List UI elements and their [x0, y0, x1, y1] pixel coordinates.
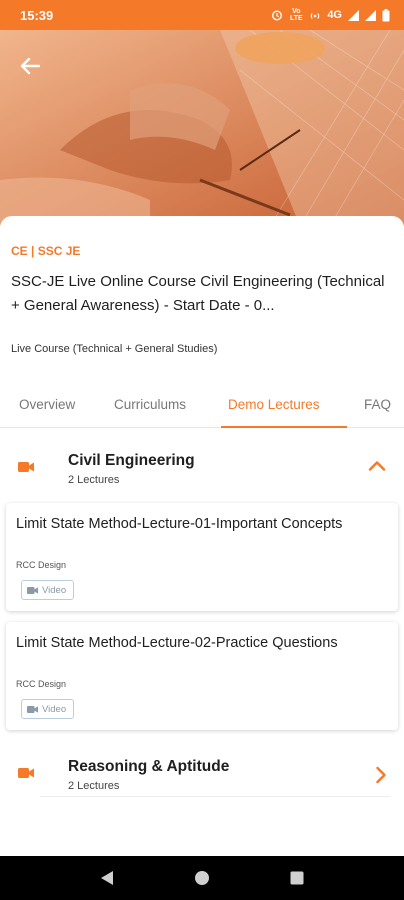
lecture-card[interactable]: Limit State Method-Lecture-02-Practice Q…: [6, 622, 398, 730]
system-nav-bar: [0, 856, 404, 900]
video-camera-icon: [18, 462, 34, 472]
tab-demo-lectures[interactable]: Demo Lectures: [228, 386, 320, 428]
lecture-card[interactable]: Limit State Method-Lecture-01-Important …: [6, 503, 398, 611]
course-tabs: Overview Curriculums Demo Lectures FAQ: [0, 386, 404, 428]
lecture-subject: RCC Design: [16, 560, 67, 570]
signal-icon: [348, 9, 359, 21]
chevron-up-icon: [368, 461, 386, 471]
back-button[interactable]: [14, 50, 46, 82]
video-tag-label: Video: [42, 584, 67, 596]
course-banner: [0, 30, 404, 226]
network-4g-icon: 4G: [327, 9, 342, 21]
section-lecture-count: 2 Lectures: [68, 780, 120, 792]
nav-home-button[interactable]: [182, 858, 222, 898]
status-time: 15:39: [20, 7, 54, 23]
video-camera-icon: [27, 705, 38, 713]
back-triangle-icon: [101, 871, 114, 885]
nav-back-button[interactable]: [87, 858, 127, 898]
active-tab-indicator: [221, 426, 347, 428]
divider: [40, 796, 390, 797]
status-bar: 15:39 Vo LTE 4G: [0, 0, 404, 30]
course-category: CE | SSC JE: [11, 244, 81, 258]
tab-overview[interactable]: Overview: [19, 386, 75, 428]
lecture-subject: RCC Design: [16, 679, 67, 689]
section-title: Civil Engineering: [68, 452, 195, 469]
video-camera-icon: [18, 768, 34, 778]
course-title: SSC-JE Live Online Course Civil Engineer…: [11, 273, 385, 314]
section-title: Reasoning & Aptitude: [68, 758, 230, 775]
volte-icon: Vo LTE: [289, 8, 303, 22]
recents-square-icon: [290, 871, 304, 885]
banner-illustration: [0, 30, 404, 226]
status-icons: Vo LTE 4G: [271, 8, 390, 22]
lecture-title: Limit State Method-Lecture-02-Practice Q…: [16, 635, 338, 651]
nav-recents-button[interactable]: [277, 858, 317, 898]
arrow-left-icon: [20, 57, 40, 75]
section-header-civil-engineering[interactable]: Civil Engineering 2 Lectures: [0, 436, 404, 496]
hotspot-icon: [311, 13, 320, 19]
tab-faq[interactable]: FAQ: [364, 386, 391, 428]
section-lecture-count: 2 Lectures: [68, 474, 120, 486]
battery-icon: [382, 8, 390, 21]
course-type: Live Course (Technical + General Studies…: [11, 343, 218, 355]
video-tag-label: Video: [42, 703, 67, 715]
signal-icon: [365, 9, 376, 21]
video-camera-icon: [27, 586, 38, 594]
tab-curriculums[interactable]: Curriculums: [114, 386, 186, 428]
home-circle-icon: [194, 871, 209, 885]
alarm-icon: [272, 10, 283, 21]
chevron-right-icon: [376, 766, 386, 784]
video-tag: Video: [21, 580, 75, 600]
course-details: CE | SSC JE SSC-JE Live Online Course Ci…: [0, 216, 404, 856]
section-header-reasoning-aptitude[interactable]: Reasoning & Aptitude 2 Lectures: [0, 742, 404, 802]
video-tag: Video: [21, 699, 75, 719]
lecture-title: Limit State Method-Lecture-01-Important …: [16, 516, 343, 532]
